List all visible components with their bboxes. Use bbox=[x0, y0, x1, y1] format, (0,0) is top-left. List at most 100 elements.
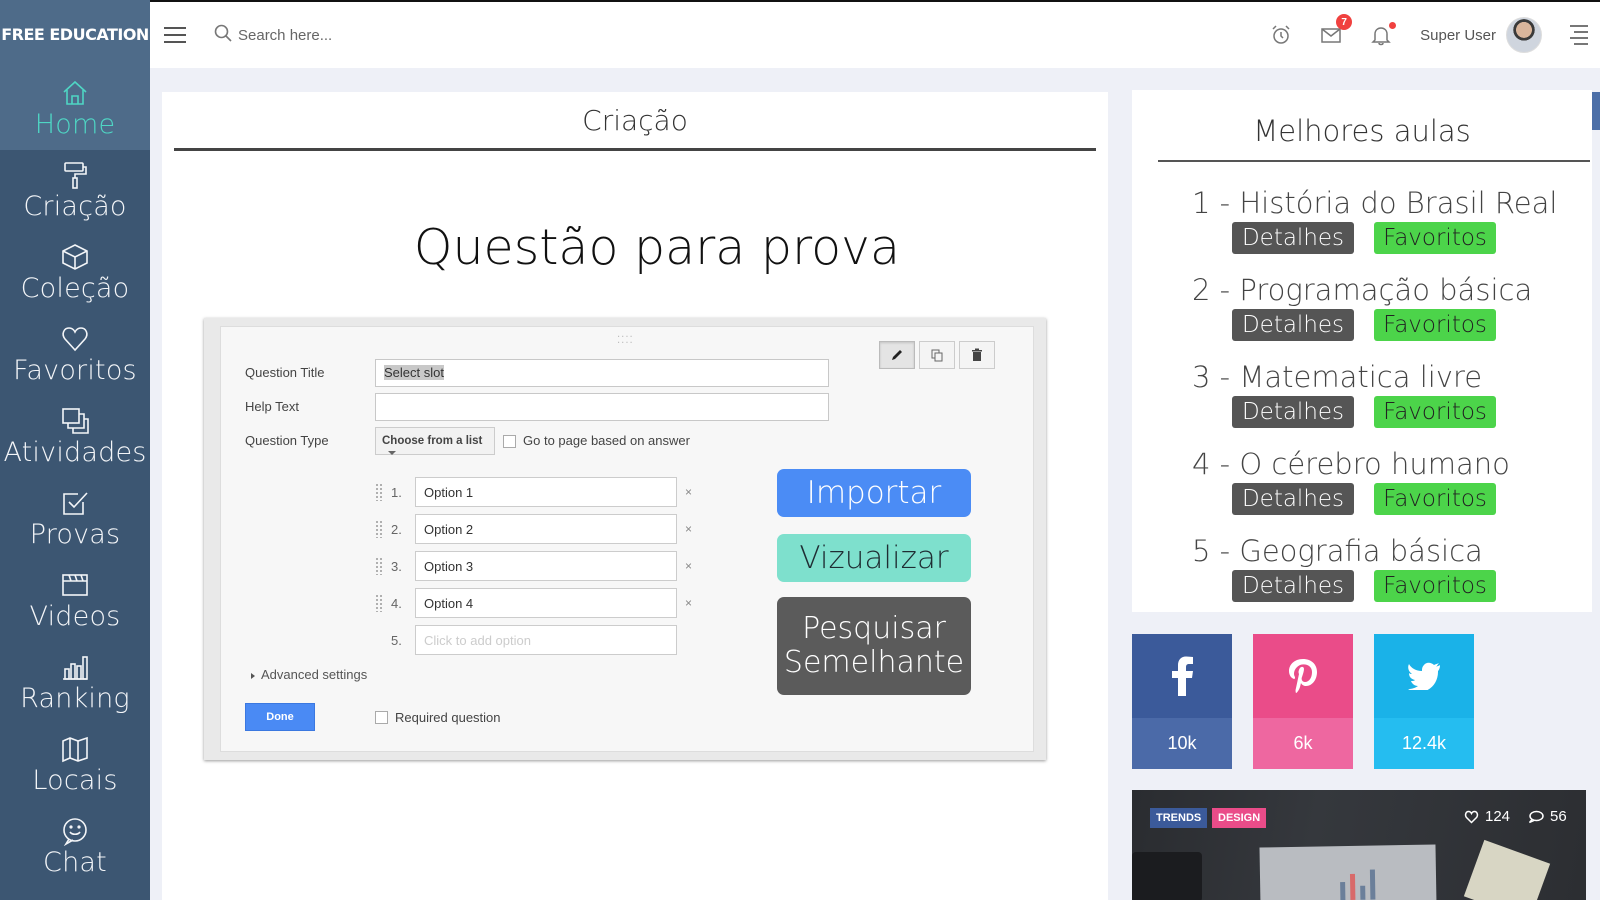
sidebar-item-label: Locais bbox=[32, 765, 118, 796]
lesson-title[interactable]: 4 - O cérebro humano bbox=[1132, 447, 1592, 481]
caret-right-icon bbox=[251, 672, 255, 679]
alarm-clock-icon[interactable] bbox=[1270, 24, 1292, 46]
heart-icon bbox=[60, 324, 90, 354]
remove-option-icon[interactable]: × bbox=[685, 522, 692, 536]
sidebar-item-home[interactable]: Home bbox=[0, 68, 150, 150]
question-editor: ⁚⁚⁚⁚ Question Title Select slot Help Tex… bbox=[220, 326, 1034, 752]
option-input[interactable]: Option 4 bbox=[415, 588, 677, 618]
question-type-select[interactable]: Choose from a list bbox=[375, 427, 495, 455]
remove-option-icon[interactable]: × bbox=[685, 485, 692, 499]
details-button[interactable]: Detalhes bbox=[1232, 222, 1354, 254]
sidebar-item-label: Atividades bbox=[3, 437, 147, 468]
add-option-input[interactable]: Click to add option bbox=[415, 625, 677, 655]
go-to-page-checkbox[interactable] bbox=[503, 435, 516, 448]
duplicate-button[interactable] bbox=[919, 341, 955, 369]
user-name[interactable]: Super User bbox=[1420, 27, 1496, 44]
chat-icon bbox=[60, 816, 90, 846]
sidebar-item-chat[interactable]: Chat bbox=[0, 806, 150, 888]
drag-grip[interactable]: ⁚⁚⁚⁚ bbox=[617, 335, 634, 346]
option-drag-handle[interactable] bbox=[375, 520, 383, 538]
question-title-input[interactable]: Select slot bbox=[375, 359, 829, 387]
best-lessons-divider bbox=[1158, 160, 1590, 162]
best-lessons-title: Melhores aulas bbox=[1253, 114, 1471, 148]
blog-card[interactable]: TRENDS DESIGN 124 56 bbox=[1132, 790, 1586, 900]
main-card: Criação Questão para prova ⁚⁚⁚⁚ Question… bbox=[162, 92, 1108, 900]
favorite-button[interactable]: Favoritos bbox=[1374, 483, 1496, 515]
advanced-settings-label: Advanced settings bbox=[261, 667, 368, 682]
twitter-icon bbox=[1408, 662, 1440, 690]
remove-option-icon[interactable]: × bbox=[685, 596, 692, 610]
likes-stat[interactable]: 124 bbox=[1464, 808, 1510, 825]
details-button[interactable]: Detalhes bbox=[1232, 309, 1354, 341]
delete-button[interactable] bbox=[959, 341, 995, 369]
sidebar-item-atividades[interactable]: Atividades bbox=[0, 396, 150, 478]
sidebar-item-locais[interactable]: Locais bbox=[0, 724, 150, 806]
tag-design[interactable]: DESIGN bbox=[1212, 808, 1267, 828]
menu-toggle-icon[interactable] bbox=[164, 27, 186, 43]
mail-count-badge: 7 bbox=[1336, 14, 1353, 30]
option-drag-handle[interactable] bbox=[375, 557, 383, 575]
required-question-checkbox[interactable] bbox=[375, 711, 388, 724]
favorite-button[interactable]: Favoritos bbox=[1374, 222, 1496, 254]
sidebar-item-videos[interactable]: Videos bbox=[0, 560, 150, 642]
cube-icon bbox=[60, 242, 90, 272]
lesson-title[interactable]: 2 - Programação básica bbox=[1132, 273, 1592, 307]
option-drag-handle[interactable] bbox=[375, 594, 383, 612]
sidebar-item-colecao[interactable]: Coleção bbox=[0, 232, 150, 314]
mail-icon[interactable]: 7 bbox=[1320, 14, 1353, 46]
option-number: 5. bbox=[391, 633, 402, 648]
option-drag-handle[interactable] bbox=[375, 483, 383, 501]
facebook-icon bbox=[1172, 656, 1193, 696]
lesson-title[interactable]: 3 - Matematica livre bbox=[1132, 360, 1592, 394]
brand-logo[interactable]: FREE EDUCATION bbox=[0, 0, 150, 68]
lesson-title[interactable]: 1 - História do Brasil Real bbox=[1132, 186, 1592, 220]
favorite-button[interactable]: Favoritos bbox=[1374, 570, 1496, 602]
advanced-settings-toggle[interactable]: Advanced settings bbox=[251, 667, 367, 682]
pinterest-tile[interactable]: 6k bbox=[1253, 634, 1353, 769]
copy-icon bbox=[931, 349, 943, 362]
facebook-tile[interactable]: 10k bbox=[1132, 634, 1232, 769]
bell-icon[interactable] bbox=[1370, 22, 1397, 46]
sidebar-item-provas[interactable]: Provas bbox=[0, 478, 150, 560]
done-button[interactable]: Done bbox=[245, 703, 315, 731]
topbar-actions: 7 Super User bbox=[1270, 2, 1600, 68]
details-button[interactable]: Detalhes bbox=[1232, 570, 1354, 602]
facebook-count: 10k bbox=[1132, 718, 1232, 769]
search-bar bbox=[214, 24, 458, 47]
favorite-button[interactable]: Favoritos bbox=[1374, 309, 1496, 341]
page-title: Criação bbox=[582, 104, 688, 137]
preview-button[interactable]: Vizualizar bbox=[777, 534, 971, 582]
help-text-input[interactable] bbox=[375, 393, 829, 421]
avatar[interactable] bbox=[1506, 17, 1542, 53]
search-similar-line1: Pesquisar bbox=[802, 611, 946, 646]
laptop-image bbox=[1132, 852, 1202, 900]
sidebar-item-ranking[interactable]: Ranking bbox=[0, 642, 150, 724]
search-similar-button[interactable]: Pesquisar Semelhante bbox=[777, 597, 971, 695]
option-input[interactable]: Option 3 bbox=[415, 551, 677, 581]
remove-option-icon[interactable]: × bbox=[685, 559, 692, 573]
search-icon[interactable] bbox=[214, 24, 232, 47]
scroll-indicator[interactable] bbox=[1592, 92, 1600, 130]
twitter-tile[interactable]: 12.4k bbox=[1374, 634, 1474, 769]
import-button[interactable]: Importar bbox=[777, 469, 971, 517]
search-input[interactable] bbox=[238, 26, 458, 44]
right-menu-icon[interactable] bbox=[1570, 25, 1588, 45]
lesson-title[interactable]: 5 - Geografia básica bbox=[1132, 534, 1592, 568]
sidebar-item-favoritos[interactable]: Favoritos bbox=[0, 314, 150, 396]
pinterest-count: 6k bbox=[1253, 718, 1353, 769]
favorite-button[interactable]: Favoritos bbox=[1374, 396, 1496, 428]
topbar: 7 Super User bbox=[150, 0, 1600, 68]
details-button[interactable]: Detalhes bbox=[1232, 483, 1354, 515]
sidebar-item-criacao[interactable]: Criação bbox=[0, 150, 150, 232]
option-input[interactable]: Option 2 bbox=[415, 514, 677, 544]
sidebar-item-label: Videos bbox=[29, 601, 121, 632]
details-button[interactable]: Detalhes bbox=[1232, 396, 1354, 428]
question-type-label: Question Type bbox=[245, 433, 329, 448]
comment-icon bbox=[1528, 810, 1544, 823]
option-number: 4. bbox=[391, 596, 402, 611]
lesson-item: 3 - Matematica livre Detalhes Favoritos bbox=[1132, 360, 1592, 428]
edit-pencil-button[interactable] bbox=[879, 341, 915, 369]
tag-trends[interactable]: TRENDS bbox=[1150, 808, 1208, 828]
comments-stat[interactable]: 56 bbox=[1528, 808, 1567, 825]
option-input[interactable]: Option 1 bbox=[415, 477, 677, 507]
